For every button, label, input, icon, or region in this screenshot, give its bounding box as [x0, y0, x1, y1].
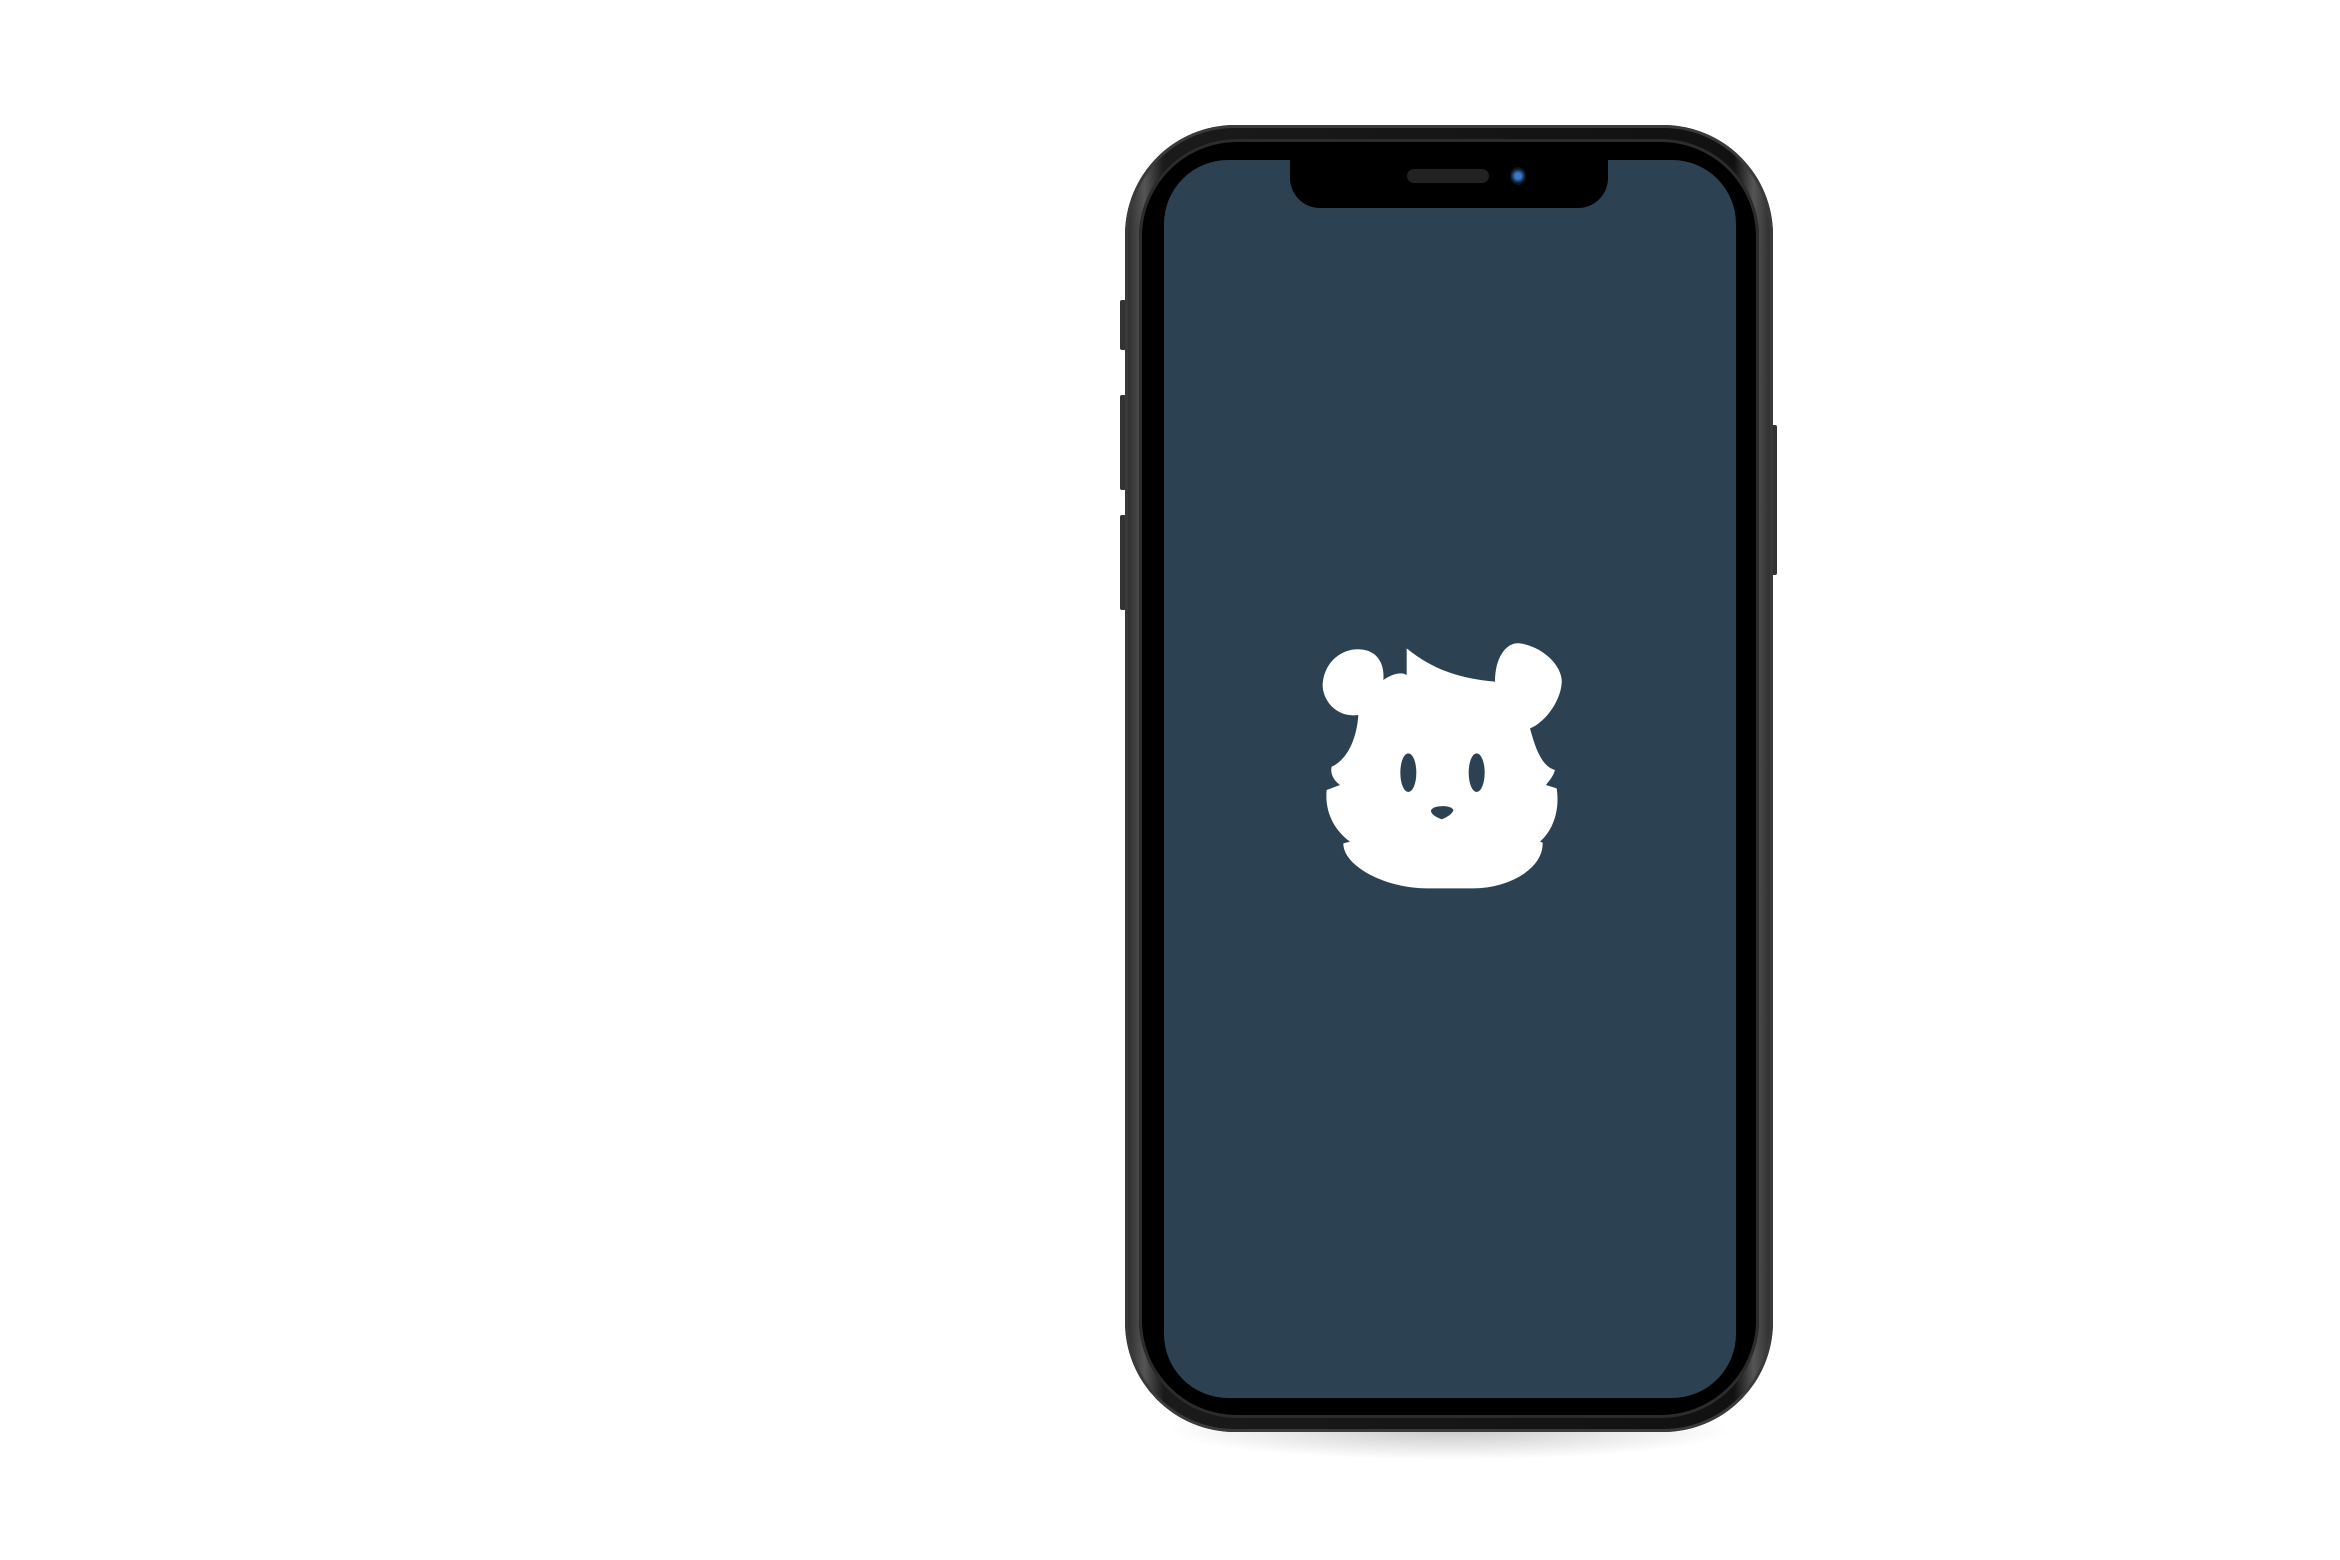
- front-camera-icon: [1510, 167, 1526, 185]
- notch: [1290, 160, 1608, 208]
- earpiece-speaker: [1407, 169, 1489, 183]
- bear-face-logo-icon: [1322, 643, 1562, 889]
- bear-right-eye: [1468, 753, 1485, 792]
- bear-left-eye: [1400, 753, 1417, 792]
- bear-head-shape: [1322, 643, 1562, 889]
